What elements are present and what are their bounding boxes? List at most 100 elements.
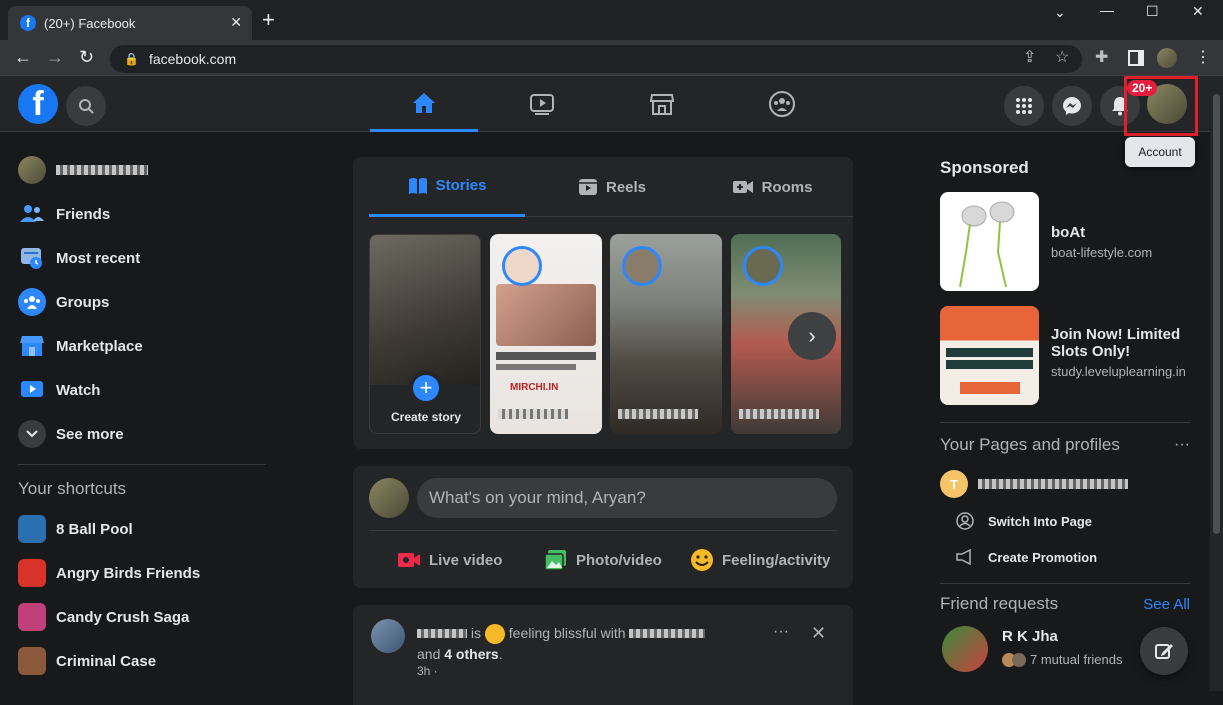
post-close-icon[interactable]: ✕ xyxy=(811,623,826,644)
post-author-blurred[interactable] xyxy=(417,629,467,638)
sidebar-item-friends[interactable]: Friends xyxy=(8,192,272,236)
rooms-video-icon xyxy=(732,181,753,193)
shortcut-label: Criminal Case xyxy=(56,652,157,670)
ad-item[interactable]: boAt boat-lifestyle.com xyxy=(940,192,1190,292)
megaphone-icon xyxy=(956,549,971,565)
see-all-link[interactable]: See All xyxy=(1143,596,1190,613)
right-sidebar: Sponsored boAt boat-lifestyle.com Join N… xyxy=(940,148,1190,686)
tab-label: Stories xyxy=(435,177,487,194)
scrollbar-thumb[interactable] xyxy=(1213,94,1220,534)
friend-request-name[interactable]: R K Jha xyxy=(1002,628,1058,645)
facebook-logo-icon[interactable]: f xyxy=(18,84,58,124)
lock-icon: 🔒 xyxy=(124,52,139,66)
nav-home-tab[interactable] xyxy=(370,76,478,132)
forward-icon[interactable]: → xyxy=(46,47,64,68)
shortcut-angry-birds[interactable]: Angry Birds Friends xyxy=(8,551,272,595)
shortcut-candy-crush[interactable]: Candy Crush Saga xyxy=(8,595,272,639)
menu-button[interactable] xyxy=(1004,86,1044,126)
candy-crush-icon xyxy=(18,603,46,631)
post-others-link[interactable]: 4 others xyxy=(444,646,498,662)
account-highlight-box xyxy=(1124,76,1198,136)
new-tab-button[interactable]: + xyxy=(262,9,275,31)
ad-url: boat-lifestyle.com xyxy=(1051,245,1153,260)
profile-avatar-icon[interactable] xyxy=(1157,48,1177,68)
reload-icon[interactable]: ↻ xyxy=(79,47,94,68)
ad-item[interactable]: Join Now! Limited Slots Only! study.leve… xyxy=(940,306,1190,406)
blissful-emoji-icon xyxy=(484,624,505,645)
window-close-icon[interactable]: ✕ xyxy=(1192,3,1204,20)
nav-watch-tab[interactable] xyxy=(488,76,596,132)
sidebar-item-most-recent[interactable]: Most recent xyxy=(8,236,272,280)
browser-tab[interactable]: f (20+) Facebook ✕ xyxy=(8,6,252,40)
pages-options-icon[interactable]: ··· xyxy=(1174,436,1190,454)
friends-icon xyxy=(18,200,46,228)
marketplace-icon xyxy=(649,94,675,115)
groups-icon xyxy=(769,91,795,117)
friend-request-avatar[interactable] xyxy=(942,626,988,672)
bookmark-star-icon[interactable]: ☆ xyxy=(1055,47,1069,67)
tab-stories[interactable]: Stories xyxy=(369,157,525,217)
url-input[interactable]: 🔒 facebook.com xyxy=(110,45,1082,73)
tagged-user-blurred[interactable] xyxy=(629,629,706,638)
nav-groups-tab[interactable] xyxy=(728,76,836,132)
side-panel-icon[interactable] xyxy=(1128,50,1144,66)
photo-video-button[interactable]: Photo/video xyxy=(544,542,662,578)
ad-banner-price xyxy=(960,382,1020,394)
post-author-avatar[interactable] xyxy=(371,619,405,653)
tab-close-icon[interactable]: ✕ xyxy=(230,14,242,31)
post-time[interactable]: 3h · xyxy=(417,664,438,678)
sidebar-item-groups[interactable]: Groups xyxy=(8,280,272,324)
story-card[interactable] xyxy=(610,234,722,434)
story-card[interactable]: MIRCHI.IN xyxy=(490,234,602,434)
page-action-label: Create Promotion xyxy=(988,549,1098,565)
story-author-blurred xyxy=(739,408,819,422)
sidebar-item-see-more[interactable]: See more xyxy=(8,412,272,456)
live-video-button[interactable]: Live video xyxy=(397,542,502,578)
angry-birds-icon xyxy=(18,559,46,587)
post-is: is xyxy=(470,625,482,641)
feed-post: is feeling blissful with and 4 others. 3… xyxy=(353,605,853,705)
search-button[interactable] xyxy=(66,86,106,126)
action-label: Live video xyxy=(429,551,503,569)
facebook-header: f 20+ xyxy=(0,76,1210,132)
composer-input[interactable]: What's on your mind, Aryan? xyxy=(417,478,837,518)
switch-into-page-button[interactable]: Switch Into Page xyxy=(940,507,1190,535)
earphones-icon xyxy=(959,201,1015,288)
action-label: Photo/video xyxy=(576,551,662,569)
shortcut-criminal-case[interactable]: Criminal Case xyxy=(8,639,272,683)
post-feeling: feeling blissful with xyxy=(508,625,626,641)
sidebar-item-marketplace[interactable]: Marketplace xyxy=(8,324,272,368)
create-story-card[interactable]: + Create story xyxy=(369,234,481,434)
share-icon[interactable]: ⇪ xyxy=(1023,47,1036,67)
minimize-icon[interactable]: — xyxy=(1100,2,1114,18)
page-action-label: Switch Into Page xyxy=(988,513,1093,529)
story-thumbnail xyxy=(496,284,596,346)
stories-tabs: Stories Reels Rooms xyxy=(369,157,853,217)
messenger-button[interactable] xyxy=(1052,86,1092,126)
extensions-icon[interactable]: ✚ xyxy=(1095,47,1108,67)
new-message-button[interactable] xyxy=(1140,627,1188,675)
tab-rooms[interactable]: Rooms xyxy=(694,157,850,217)
maximize-icon[interactable]: ☐ xyxy=(1146,3,1159,20)
back-icon[interactable]: ← xyxy=(14,47,32,68)
tab-reels[interactable]: Reels xyxy=(534,157,690,217)
shortcuts-heading: Your shortcuts xyxy=(18,479,127,498)
sidebar-item-watch[interactable]: Watch xyxy=(8,368,272,412)
criminal-case-icon xyxy=(18,647,46,675)
post-options-icon[interactable]: ··· xyxy=(773,623,789,641)
sidebar-item-label: Most recent xyxy=(56,249,141,267)
nav-marketplace-tab[interactable] xyxy=(608,76,716,132)
feeling-activity-button[interactable]: Feeling/activity xyxy=(690,542,830,578)
tab-search-icon[interactable]: ⌄ xyxy=(1054,4,1066,21)
create-promotion-button[interactable]: Create Promotion xyxy=(940,543,1190,571)
create-story-photo xyxy=(370,235,480,385)
left-sidebar: Friends Most recent Groups Marketplace W… xyxy=(8,148,272,683)
stories-next-button[interactable]: › xyxy=(788,312,836,360)
shortcut-8-ball-pool[interactable]: 8 Ball Pool xyxy=(8,507,272,551)
sidebar-item-label: Friends xyxy=(56,205,111,223)
menu-kebab-icon[interactable]: ⋮ xyxy=(1195,47,1211,67)
sidebar-profile[interactable] xyxy=(8,148,272,192)
ad-banner-text-bar xyxy=(946,348,1033,357)
page-item[interactable]: T xyxy=(940,469,1190,499)
page-scrollbar[interactable] xyxy=(1210,76,1223,691)
